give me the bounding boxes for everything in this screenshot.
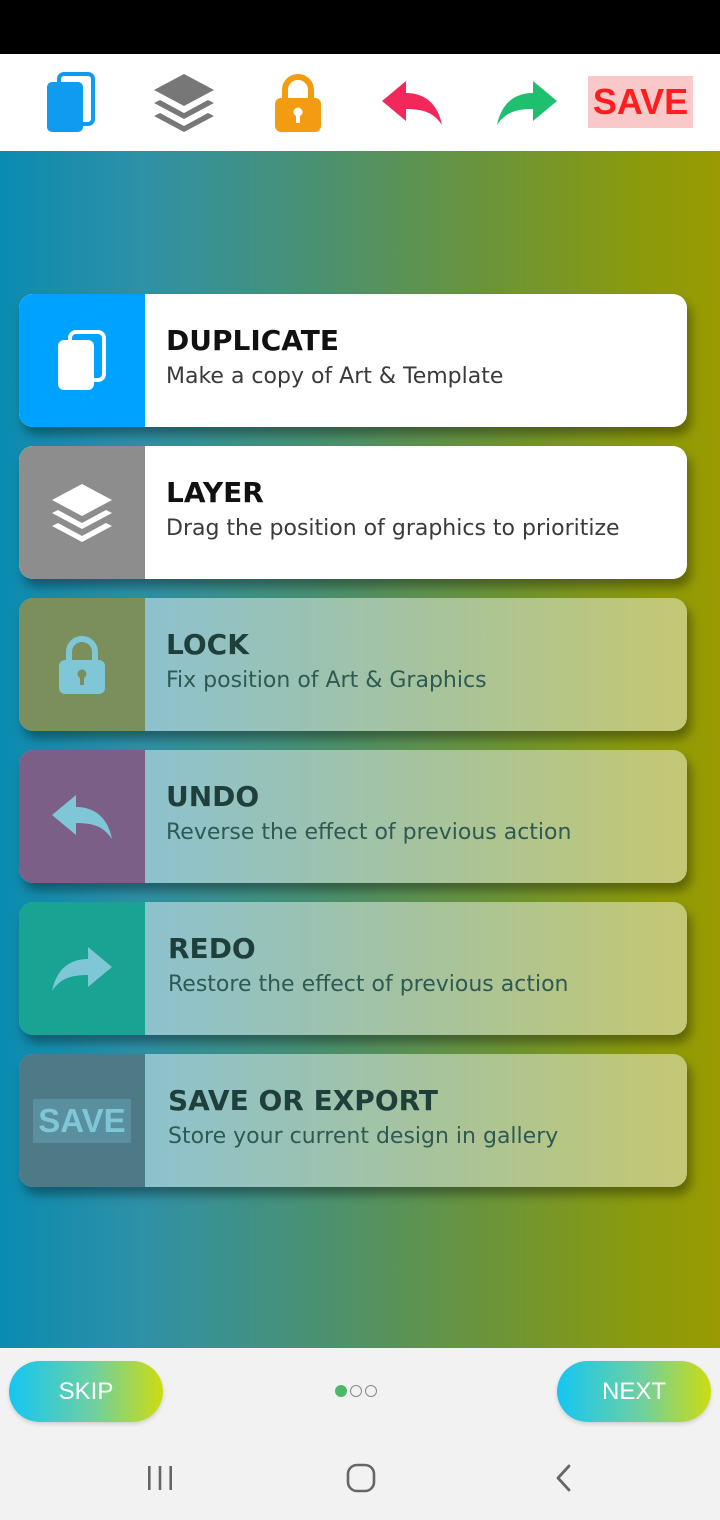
- redo-icon: [19, 902, 145, 1035]
- layers-icon[interactable]: [144, 54, 224, 151]
- card-redo[interactable]: REDO Restore the effect of previous acti…: [19, 902, 687, 1035]
- page-indicator: [335, 1385, 377, 1397]
- tutorial-overlay: DUPLICATE Make a copy of Art & Template …: [0, 151, 720, 1348]
- card-title: SAVE OR EXPORT: [168, 1084, 439, 1117]
- page-dot: [365, 1385, 377, 1397]
- duplicate-icon[interactable]: [31, 54, 111, 151]
- layers-icon: [19, 446, 145, 579]
- card-description: Drag the position of graphics to priorit…: [166, 516, 620, 541]
- save-icon: SAVE: [19, 1054, 145, 1187]
- card-duplicate[interactable]: DUPLICATE Make a copy of Art & Template: [19, 294, 687, 427]
- skip-button[interactable]: SKIP: [9, 1361, 163, 1422]
- editor-toolbar: SAVE: [0, 54, 720, 151]
- card-description: Store your current design in gallery: [168, 1124, 559, 1149]
- card-title: LOCK: [166, 628, 249, 661]
- card-undo[interactable]: UNDO Reverse the effect of previous acti…: [19, 750, 687, 883]
- card-description: Make a copy of Art & Template: [166, 364, 504, 389]
- save-icon-label: SAVE: [33, 1098, 131, 1143]
- page-dot: [350, 1385, 362, 1397]
- card-title: DUPLICATE: [166, 324, 340, 357]
- card-title: UNDO: [166, 780, 260, 813]
- undo-icon: [19, 750, 145, 883]
- card-description: Restore the effect of previous action: [168, 972, 569, 997]
- card-description: Reverse the effect of previous action: [166, 820, 572, 845]
- redo-icon[interactable]: [487, 54, 567, 151]
- card-title: LAYER: [166, 476, 264, 509]
- card-layer[interactable]: LAYER Drag the position of graphics to p…: [19, 446, 687, 579]
- undo-icon[interactable]: [372, 54, 452, 151]
- system-nav-bar: [0, 1434, 720, 1520]
- onboarding-controls: SKIP NEXT: [0, 1348, 720, 1434]
- home-icon[interactable]: [331, 1458, 391, 1498]
- duplicate-icon: [19, 294, 145, 427]
- page-dot-active: [335, 1385, 347, 1397]
- save-button[interactable]: SAVE: [588, 76, 693, 128]
- back-icon[interactable]: [533, 1458, 593, 1498]
- recent-apps-icon[interactable]: [130, 1458, 190, 1498]
- card-description: Fix position of Art & Graphics: [166, 668, 487, 693]
- card-lock[interactable]: LOCK Fix position of Art & Graphics: [19, 598, 687, 731]
- lock-icon: [19, 598, 145, 731]
- card-title: REDO: [168, 932, 256, 965]
- status-bar: [0, 0, 720, 54]
- card-save-export[interactable]: SAVE SAVE OR EXPORT Store your current d…: [19, 1054, 687, 1187]
- next-button[interactable]: NEXT: [557, 1361, 711, 1422]
- lock-icon[interactable]: [258, 54, 338, 151]
